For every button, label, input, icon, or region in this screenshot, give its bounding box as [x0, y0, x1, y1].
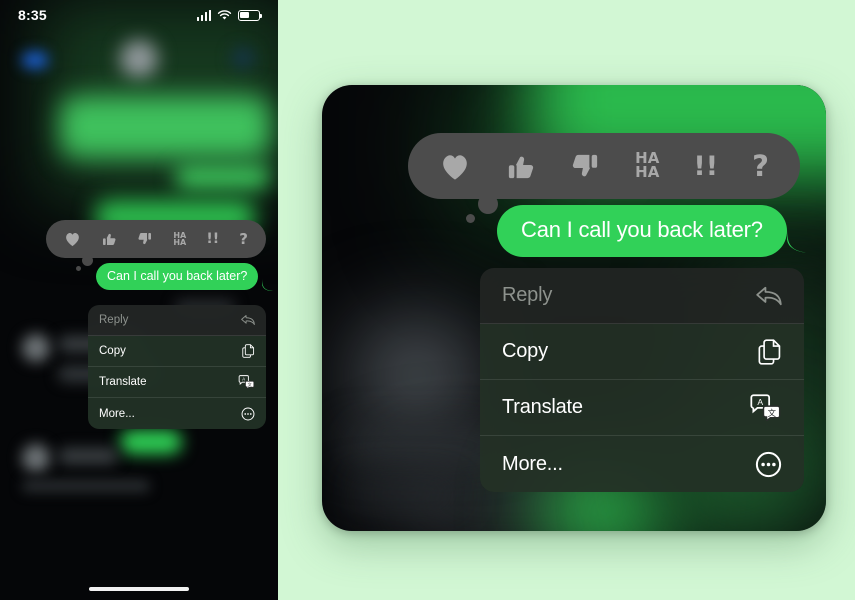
- context-menu-label-translate: Translate: [99, 376, 147, 388]
- thumbs-down-reaction[interactable]: [570, 151, 601, 182]
- copy-pages-icon: [758, 338, 782, 365]
- context-menu-item-reply[interactable]: Reply: [480, 268, 804, 324]
- status-bar: 8:35: [0, 0, 278, 30]
- heart-reaction[interactable]: [439, 152, 471, 181]
- translate-icon: A 文: [749, 394, 782, 421]
- status-bar-icons: [196, 9, 262, 21]
- context-menu-label-reply: Reply: [502, 284, 553, 306]
- background-avatar-3: [22, 444, 50, 472]
- background-bubble-small: [175, 165, 270, 189]
- heart-reaction[interactable]: [64, 231, 81, 247]
- context-menu-item-translate[interactable]: Translate A 文: [88, 367, 266, 398]
- reaction-bar[interactable]: HA HA !! ?: [46, 220, 266, 258]
- copy-pages-icon: [242, 344, 255, 358]
- context-menu-item-more[interactable]: More...: [480, 436, 804, 492]
- context-menu-label-more: More...: [502, 452, 563, 475]
- zoom-bg-text-row-2: [340, 483, 460, 505]
- context-menu-item-translate[interactable]: Translate A 文: [480, 380, 804, 436]
- reaction-bar-tail-small: [76, 266, 81, 271]
- background-text-line-3: [58, 448, 118, 464]
- background-header-action: [232, 48, 254, 68]
- wifi-icon: [217, 9, 232, 20]
- message-bubble[interactable]: Can I call you back later?: [497, 205, 787, 257]
- cellular-signal-icon: [196, 9, 211, 21]
- home-indicator[interactable]: [89, 586, 189, 591]
- blurred-conversation-background: [0, 0, 278, 600]
- thumbs-up-reaction[interactable]: [101, 231, 117, 247]
- reply-arrow-icon: [756, 285, 782, 307]
- exclamation-reaction[interactable]: !!: [693, 151, 718, 182]
- translate-icon: A 文: [238, 375, 255, 389]
- context-menu-item-more[interactable]: More...: [88, 398, 266, 429]
- svg-text:A: A: [757, 397, 763, 407]
- context-menu-label-copy: Copy: [99, 345, 126, 357]
- phone-screen: 8:35 HA HA !! ? Can I call you back late…: [0, 0, 278, 600]
- reaction-bar-tail-large: [82, 255, 93, 266]
- context-menu: Reply Copy Translate A 文 More...: [480, 268, 804, 492]
- zoom-detail-panel: HA HA !! ? Can I call you back later? Re…: [322, 85, 826, 531]
- background-avatar-2: [22, 334, 50, 362]
- thumbs-up-reaction[interactable]: [505, 151, 536, 182]
- background-bubble-bottom: [120, 430, 182, 454]
- battery-icon: [238, 9, 262, 21]
- reaction-bar[interactable]: HA HA !! ?: [408, 133, 800, 199]
- context-menu-label-more: More...: [99, 407, 135, 420]
- context-menu-label-copy: Copy: [502, 340, 548, 362]
- haha-reaction[interactable]: HA HA: [173, 231, 187, 247]
- background-text-line-4: [22, 480, 150, 492]
- context-menu-item-reply[interactable]: Reply: [88, 305, 266, 336]
- background-contact-avatar: [120, 40, 158, 78]
- reply-arrow-icon: [241, 314, 255, 326]
- thumbs-down-reaction[interactable]: [137, 231, 153, 247]
- context-menu-item-copy[interactable]: Copy: [480, 324, 804, 380]
- context-menu: Reply Copy Translate A 文 More...: [88, 305, 266, 429]
- question-reaction[interactable]: ?: [752, 149, 769, 183]
- message-bubble-tail: [262, 278, 273, 291]
- context-menu-label-reply: Reply: [99, 314, 129, 326]
- status-bar-clock: 8:35: [18, 7, 47, 23]
- context-menu-item-copy[interactable]: Copy: [88, 336, 266, 367]
- background-bubble-large: [60, 96, 270, 158]
- haha-reaction-line2: HA: [173, 238, 187, 247]
- zoom-bg-glow-left: [352, 315, 482, 435]
- svg-text:A: A: [242, 377, 245, 382]
- message-bubble-tail: [787, 228, 809, 253]
- more-circle-icon: [241, 407, 255, 421]
- haha-reaction-line2: HA: [635, 163, 660, 181]
- svg-text:文: 文: [768, 408, 777, 418]
- reaction-bar-tail-small: [466, 214, 475, 223]
- question-reaction[interactable]: ?: [239, 230, 248, 248]
- screenshot-root: 8:35 HA HA !! ? Can I call you back late…: [0, 0, 855, 600]
- background-back-button: [22, 52, 48, 68]
- message-bubble[interactable]: Can I call you back later?: [96, 263, 259, 290]
- more-circle-icon: [755, 451, 782, 478]
- haha-reaction[interactable]: HA HA: [635, 151, 660, 181]
- context-menu-label-translate: Translate: [502, 396, 583, 418]
- exclamation-reaction[interactable]: !!: [206, 231, 219, 247]
